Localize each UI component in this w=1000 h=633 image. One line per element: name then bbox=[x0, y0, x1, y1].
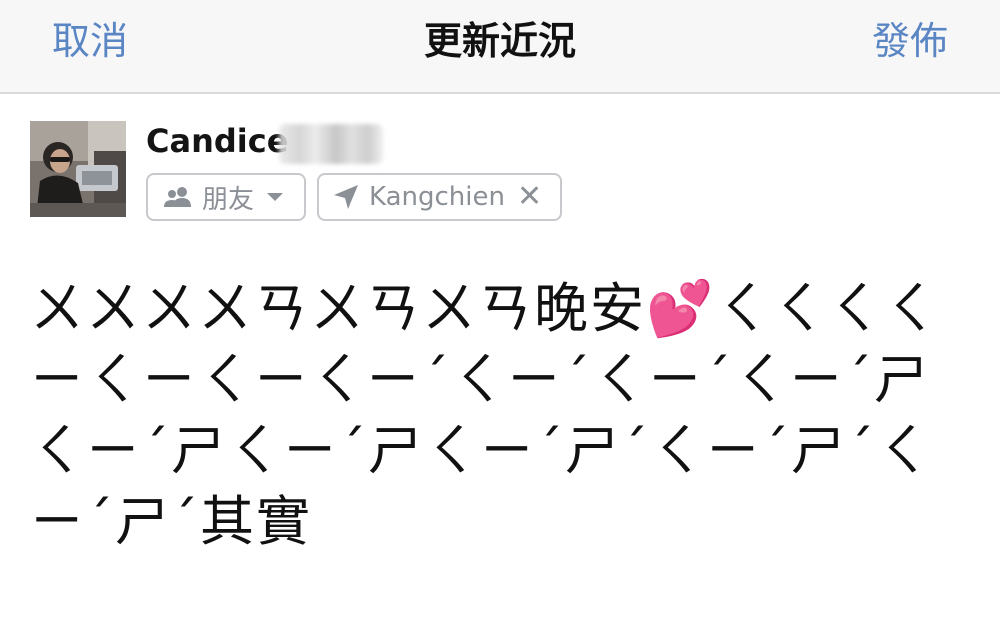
post-text[interactable]: ㄨㄨㄨㄨㄢㄨㄢㄨㄢ晚安💕ㄑㄑㄑㄑㄧㄑㄧㄑㄧㄑㄧˊㄑㄧˊㄑㄧˊㄑㄧˊㄕㄑㄧˊㄕㄑㄧ… bbox=[30, 273, 980, 557]
page-title: 更新近況 bbox=[423, 19, 576, 63]
audience-selector[interactable]: 朋友 bbox=[146, 173, 306, 221]
friends-icon bbox=[164, 187, 191, 207]
close-icon[interactable]: ✕ bbox=[517, 182, 542, 212]
location-tag[interactable]: Kangchien ✕ bbox=[317, 173, 562, 221]
chevron-down-icon bbox=[267, 193, 284, 201]
user-name: Candice bbox=[146, 122, 289, 160]
post-button[interactable]: 發佈 bbox=[872, 18, 948, 64]
location-arrow-icon bbox=[334, 185, 358, 209]
profile-photo-icon bbox=[30, 121, 126, 217]
blurred-surname bbox=[279, 124, 383, 164]
avatar bbox=[30, 121, 126, 217]
audience-label: 朋友 bbox=[202, 184, 255, 215]
location-label: Kangchien bbox=[369, 182, 505, 212]
navigation-bar: 取消 更新近況 發佈 bbox=[0, 0, 1000, 94]
